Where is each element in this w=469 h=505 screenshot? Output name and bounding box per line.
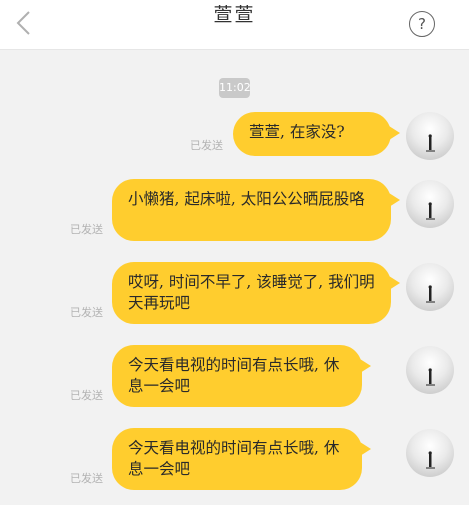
message-bubble[interactable]: 萱萱, 在家没? — [233, 112, 400, 156]
app-header: 萱萱 ? — [0, 0, 469, 50]
message-text: 今天看电视的时间有点长哦, 休息一会吧 — [128, 439, 340, 478]
message-bubble[interactable]: 今天看电视的时间有点长哦, 休息一会吧 — [112, 345, 371, 407]
avatar[interactable] — [406, 180, 454, 228]
message-bubble[interactable]: 今天看电视的时间有点长哦, 休息一会吧 — [112, 428, 371, 490]
message-row: 已发送 萱萱, 在家没? — [0, 110, 469, 162]
sent-status: 已发送 — [190, 139, 223, 152]
message-bubble[interactable]: 小懒猪, 起床啦, 太阳公公晒屁股咯 — [112, 179, 400, 241]
message-row: 已发送 小懒猪, 起床啦, 太阳公公晒屁股咯 — [0, 178, 469, 244]
silhouette-icon — [426, 134, 435, 152]
message-text: 今天看电视的时间有点长哦, 休息一会吧 — [128, 356, 340, 395]
avatar[interactable] — [406, 263, 454, 311]
silhouette-icon — [426, 451, 435, 469]
avatar[interactable] — [406, 112, 454, 160]
help-button[interactable]: ? — [409, 11, 435, 37]
silhouette-icon — [426, 368, 435, 386]
message-row: 已发送 今天看电视的时间有点长哦, 休息一会吧 — [0, 427, 469, 493]
sent-status: 已发送 — [70, 306, 103, 319]
timestamp-chip: 11:02 — [219, 78, 251, 98]
avatar[interactable] — [406, 346, 454, 394]
silhouette-icon — [426, 202, 435, 220]
sent-status: 已发送 — [70, 472, 103, 485]
message-row: 已发送 哎呀, 时间不早了, 该睡觉了, 我们明天再玩吧 — [0, 261, 469, 327]
question-circle-icon: ? — [418, 15, 426, 33]
message-text: 小懒猪, 起床啦, 太阳公公晒屁股咯 — [128, 190, 365, 208]
message-bubble[interactable]: 哎呀, 时间不早了, 该睡觉了, 我们明天再玩吧 — [112, 262, 400, 324]
chat-title: 萱萱 — [213, 4, 256, 26]
sent-status: 已发送 — [70, 223, 103, 236]
silhouette-icon — [426, 285, 435, 303]
avatar[interactable] — [406, 429, 454, 477]
message-text: 哎呀, 时间不早了, 该睡觉了, 我们明天再玩吧 — [128, 273, 375, 312]
message-text: 萱萱, 在家没? — [249, 123, 345, 141]
sent-status: 已发送 — [70, 389, 103, 402]
message-row: 已发送 今天看电视的时间有点长哦, 休息一会吧 — [0, 344, 469, 410]
